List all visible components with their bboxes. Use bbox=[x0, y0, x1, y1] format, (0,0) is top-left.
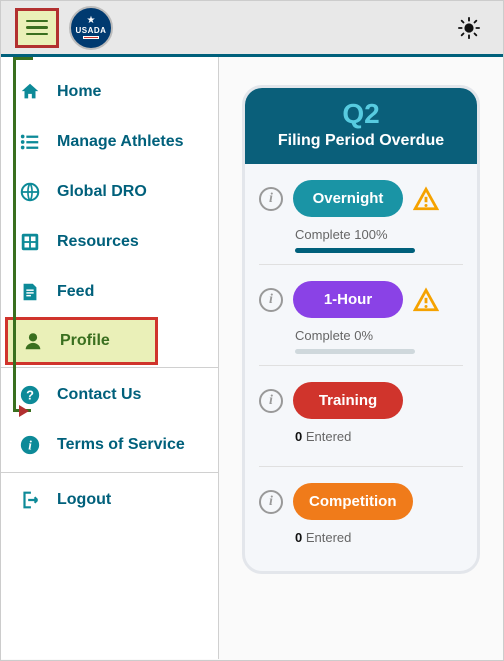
sidebar-item-label: Manage Athletes bbox=[57, 133, 184, 151]
person-icon bbox=[22, 330, 44, 352]
list-icon bbox=[19, 131, 41, 153]
layout-main: Home Manage Athletes Global DRO Resource… bbox=[1, 57, 503, 659]
sun-icon bbox=[458, 17, 480, 39]
divider bbox=[1, 472, 218, 473]
competition-pill[interactable]: Competition bbox=[293, 483, 413, 520]
grid-icon bbox=[19, 231, 41, 253]
training-pill[interactable]: Training bbox=[293, 382, 403, 419]
topbar: ★ USADA bbox=[1, 1, 503, 57]
sidebar-item-label: Contact Us bbox=[57, 386, 141, 404]
info-icon: i bbox=[19, 434, 41, 456]
usada-logo: ★ USADA bbox=[69, 6, 113, 50]
sidebar: Home Manage Athletes Global DRO Resource… bbox=[1, 57, 219, 659]
filing-item-competition: i Competition 0 Entered bbox=[245, 467, 477, 567]
logout-icon bbox=[19, 489, 41, 511]
content-area: Q2 Filing Period Overdue i Overnight Com… bbox=[219, 57, 503, 659]
filing-item-overnight: i Overnight Complete 100% bbox=[245, 164, 477, 264]
progress-bar bbox=[295, 248, 415, 253]
home-icon bbox=[19, 81, 41, 103]
filing-item-onehour: i 1-Hour Complete 0% bbox=[245, 265, 477, 365]
onehour-progress-label: Complete 0% bbox=[295, 328, 463, 354]
hamburger-icon bbox=[26, 20, 48, 36]
info-icon[interactable]: i bbox=[259, 490, 283, 514]
sidebar-item-logout[interactable]: Logout bbox=[1, 475, 218, 525]
warning-icon bbox=[413, 186, 439, 212]
help-icon: ? bbox=[19, 384, 41, 406]
overnight-pill[interactable]: Overnight bbox=[293, 180, 403, 217]
sidebar-item-home[interactable]: Home bbox=[1, 67, 218, 117]
filing-card: Q2 Filing Period Overdue i Overnight Com… bbox=[242, 85, 480, 574]
sidebar-item-label: Terms of Service bbox=[57, 436, 185, 454]
sidebar-item-global-dro[interactable]: Global DRO bbox=[1, 167, 218, 217]
sidebar-item-tos[interactable]: i Terms of Service bbox=[1, 420, 218, 470]
sidebar-item-label: Resources bbox=[57, 233, 139, 251]
annotation-arrow-icon bbox=[19, 405, 29, 417]
info-icon[interactable]: i bbox=[259, 389, 283, 413]
warning-icon bbox=[413, 287, 439, 313]
training-entered-label: 0 Entered bbox=[295, 429, 463, 444]
sidebar-item-label: Profile bbox=[60, 332, 110, 350]
annotation-connector-top bbox=[13, 57, 33, 60]
sidebar-item-label: Logout bbox=[57, 491, 111, 509]
overnight-progress-label: Complete 100% bbox=[295, 227, 463, 253]
sidebar-item-manage-athletes[interactable]: Manage Athletes bbox=[1, 117, 218, 167]
svg-text:i: i bbox=[28, 439, 32, 453]
progress-bar bbox=[295, 349, 415, 354]
sidebar-item-label: Feed bbox=[57, 283, 94, 301]
sidebar-item-resources[interactable]: Resources bbox=[1, 217, 218, 267]
sidebar-item-label: Home bbox=[57, 83, 101, 101]
svg-text:?: ? bbox=[26, 388, 34, 403]
filing-subtitle: Filing Period Overdue bbox=[249, 132, 473, 150]
divider bbox=[1, 367, 218, 368]
sidebar-item-label: Global DRO bbox=[57, 183, 147, 201]
quarter-label: Q2 bbox=[249, 100, 473, 128]
document-icon bbox=[19, 281, 41, 303]
filing-item-training: i Training 0 Entered bbox=[245, 366, 477, 466]
sidebar-item-feed[interactable]: Feed bbox=[1, 267, 218, 317]
info-icon[interactable]: i bbox=[259, 288, 283, 312]
sidebar-item-profile[interactable]: Profile bbox=[5, 317, 158, 365]
logo-stripe bbox=[83, 36, 99, 39]
star-icon: ★ bbox=[87, 16, 96, 26]
onehour-pill[interactable]: 1-Hour bbox=[293, 281, 403, 318]
sidebar-item-contact[interactable]: ? Contact Us bbox=[1, 370, 218, 420]
globe-icon bbox=[19, 181, 41, 203]
theme-toggle[interactable] bbox=[455, 14, 483, 42]
filing-card-header: Q2 Filing Period Overdue bbox=[245, 88, 477, 164]
info-icon[interactable]: i bbox=[259, 187, 283, 211]
competition-entered-label: 0 Entered bbox=[295, 530, 463, 545]
menu-button[interactable] bbox=[15, 8, 59, 48]
logo-text: USADA bbox=[76, 26, 107, 35]
annotation-vertical bbox=[13, 57, 16, 411]
